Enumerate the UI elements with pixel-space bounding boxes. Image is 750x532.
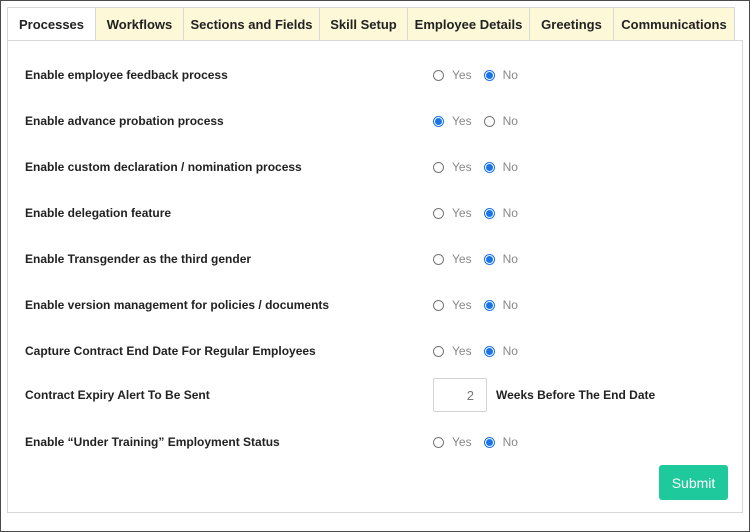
yes-radio[interactable] <box>433 69 444 81</box>
yes-radio[interactable] <box>433 207 444 219</box>
yes-label: Yes <box>452 435 472 449</box>
yes-radio[interactable] <box>433 115 444 127</box>
tab-sections-and-fields[interactable]: Sections and Fields <box>183 7 319 41</box>
setting-label: Enable delegation feature <box>25 206 172 220</box>
no-label: No <box>502 344 518 358</box>
no-label: No <box>502 206 518 220</box>
tab-processes[interactable]: Processes <box>7 7 95 41</box>
yes-label: Yes <box>452 68 472 82</box>
no-label: No <box>502 298 518 312</box>
no-radio[interactable] <box>483 436 495 448</box>
tab-bar: Processes Workflows Sections and Fields … <box>7 7 735 41</box>
setting-row-contract-alert: Contract Expiry Alert To Be Sent Weeks B… <box>25 378 725 412</box>
no-radio[interactable] <box>483 299 495 311</box>
weeks-suffix-label: Weeks Before The End Date <box>496 388 656 402</box>
tab-workflows[interactable]: Workflows <box>95 7 183 41</box>
yes-label: Yes <box>452 206 472 220</box>
processes-panel: Enable employee feedback process Yes No … <box>7 40 743 513</box>
setting-row-probation: Enable advance probation process Yes No <box>25 111 725 131</box>
no-radio[interactable] <box>483 207 495 219</box>
submit-button[interactable]: Submit <box>659 465 728 500</box>
no-label: No <box>502 252 518 266</box>
weeks-input[interactable] <box>433 378 487 412</box>
setting-label: Capture Contract End Date For Regular Em… <box>25 344 316 358</box>
setting-label: Enable custom declaration / nomination p… <box>25 160 302 174</box>
setting-label: Enable advance probation process <box>25 114 224 128</box>
yes-radio[interactable] <box>433 345 444 357</box>
no-radio[interactable] <box>483 253 495 265</box>
no-radio[interactable] <box>483 345 495 357</box>
setting-row-under-training: Enable “Under Training” Employment Statu… <box>25 432 725 452</box>
tab-greetings[interactable]: Greetings <box>529 7 613 41</box>
setting-label: Contract Expiry Alert To Be Sent <box>25 388 210 402</box>
yes-radio[interactable] <box>433 436 444 448</box>
setting-row-transgender: Enable Transgender as the third gender Y… <box>25 249 725 269</box>
setting-label: Enable Transgender as the third gender <box>25 252 252 266</box>
setting-row-version-management: Enable version management for policies /… <box>25 295 725 315</box>
yes-label: Yes <box>452 160 472 174</box>
setting-row-declaration: Enable custom declaration / nomination p… <box>25 157 725 177</box>
yes-radio[interactable] <box>433 161 444 173</box>
setting-label: Enable “Under Training” Employment Statu… <box>25 435 280 449</box>
setting-label: Enable employee feedback process <box>25 68 228 82</box>
no-label: No <box>502 435 518 449</box>
setting-row-delegation: Enable delegation feature Yes No <box>25 203 725 223</box>
yes-radio[interactable] <box>433 253 444 265</box>
tab-employee-details[interactable]: Employee Details <box>407 7 529 41</box>
setting-row-contract-end-date: Capture Contract End Date For Regular Em… <box>25 341 725 361</box>
tab-communications[interactable]: Communications <box>613 7 735 41</box>
no-label: No <box>502 160 518 174</box>
tab-skill-setup[interactable]: Skill Setup <box>319 7 407 41</box>
no-radio[interactable] <box>483 69 495 81</box>
yes-label: Yes <box>452 252 472 266</box>
settings-window: Processes Workflows Sections and Fields … <box>0 0 750 532</box>
no-radio[interactable] <box>483 115 495 127</box>
no-label: No <box>502 68 518 82</box>
no-label: No <box>502 114 518 128</box>
setting-label: Enable version management for policies /… <box>25 298 330 312</box>
yes-label: Yes <box>452 114 472 128</box>
yes-radio[interactable] <box>433 299 444 311</box>
yes-label: Yes <box>452 298 472 312</box>
no-radio[interactable] <box>483 161 495 173</box>
yes-label: Yes <box>452 344 472 358</box>
setting-row-feedback: Enable employee feedback process Yes No <box>25 65 725 85</box>
